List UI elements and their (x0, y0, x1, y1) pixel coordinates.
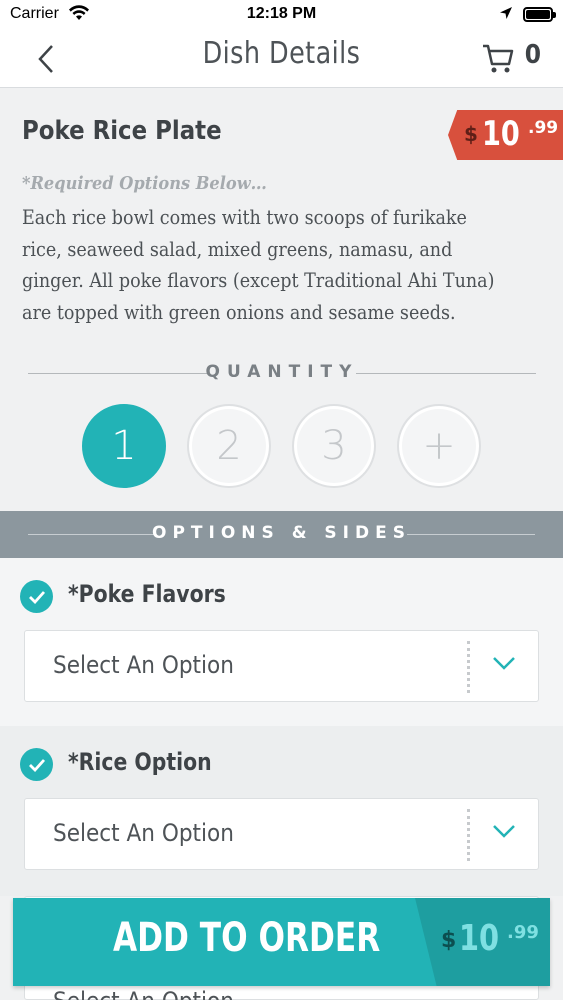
quantity-label: QUANTITY (205, 362, 359, 382)
order-price-currency: $ (441, 928, 457, 953)
order-price-cents: .99 (507, 922, 539, 943)
options-sides-label: OPTIONS & SIDES (152, 523, 411, 543)
select-placeholder: Select An Option (53, 987, 234, 1000)
price-currency: $ (464, 122, 478, 146)
order-price-whole: 10 (459, 918, 500, 959)
option-group-poke-flavors: *Poke Flavors Select An Option (0, 558, 563, 726)
option-group-rice-option: *Rice Option Select An Option (0, 726, 563, 896)
poke-flavors-select[interactable]: Select An Option (24, 630, 539, 702)
dish-name: Poke Rice Plate (22, 116, 222, 146)
quantity-option-3[interactable]: 3 (292, 404, 376, 488)
option-group-title: *Rice Option (68, 748, 212, 776)
price-whole: 10 (482, 114, 520, 154)
price-tag: $ 10 .99 (448, 110, 563, 160)
cart-button[interactable]: 0 (481, 40, 541, 76)
clock: 12:18 PM (246, 5, 317, 22)
add-to-order-button[interactable]: ADD TO ORDER $ 10 .99 (13, 898, 550, 986)
status-bar: Carrier 12:18 PM (0, 0, 563, 30)
cart-count-badge: 0 (524, 40, 541, 70)
check-icon (20, 580, 53, 613)
location-arrow-icon (499, 6, 513, 25)
options-sides-header: OPTIONS & SIDES (0, 511, 563, 558)
select-placeholder: Select An Option (53, 819, 234, 847)
chevron-down-icon (493, 825, 515, 838)
select-divider (467, 809, 470, 861)
add-to-order-label: ADD TO ORDER (113, 915, 381, 961)
chevron-down-icon (493, 657, 515, 670)
navigation-bar: Dish Details 0 (0, 30, 563, 88)
required-options-note: *Required Options Below… (22, 173, 267, 194)
order-total-price: $ 10 .99 (415, 898, 550, 986)
page-title: Dish Details (202, 36, 361, 71)
rice-option-select[interactable]: Select An Option (24, 798, 539, 870)
quantity-more-button[interactable]: + (397, 404, 481, 488)
battery-icon (523, 7, 556, 22)
check-icon (20, 748, 53, 781)
quantity-header: QUANTITY (28, 362, 536, 386)
quantity-option-1[interactable]: 1 (82, 404, 166, 488)
cart-icon (483, 44, 514, 73)
select-divider (467, 641, 470, 693)
option-group-title: *Poke Flavors (68, 580, 226, 608)
price-cents: .99 (528, 118, 559, 138)
quantity-option-2[interactable]: 2 (187, 404, 271, 488)
dish-description: Each rice bowl comes with two scoops of … (22, 206, 495, 324)
select-placeholder: Select An Option (53, 651, 234, 679)
